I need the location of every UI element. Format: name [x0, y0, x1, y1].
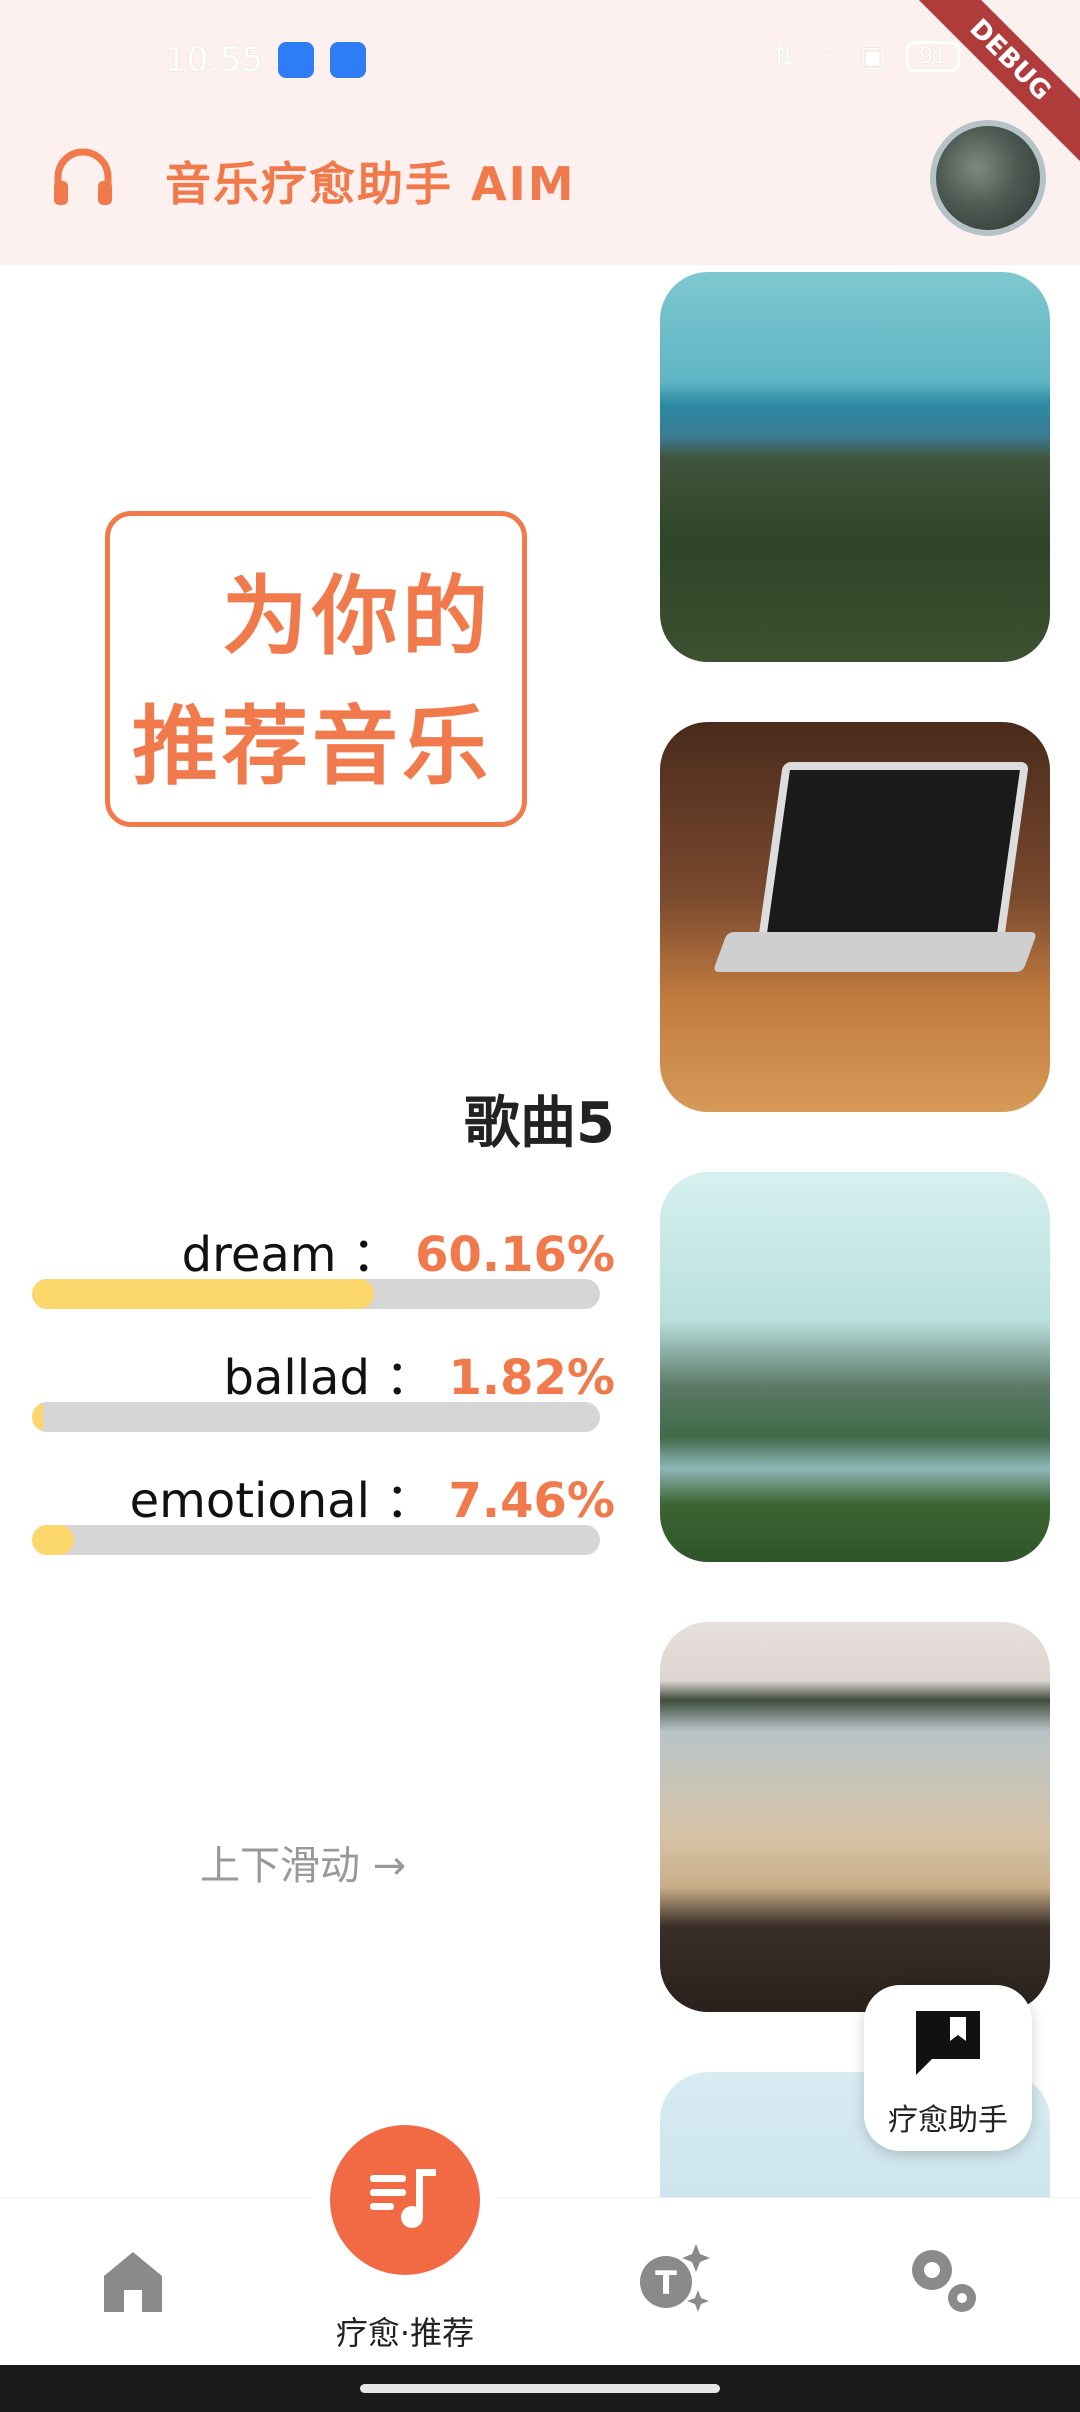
progress-fill — [32, 1525, 75, 1555]
laptop-base — [712, 932, 1038, 972]
song-card-image[interactable] — [660, 722, 1050, 1112]
recommendation-line-2: 推荐音乐 — [132, 697, 492, 797]
genre-label: emotional ： 7.46% — [129, 1473, 615, 1529]
text-sparkle-icon: T — [640, 2244, 710, 2312]
healing-assistant-label: 疗愈助手 — [888, 2103, 1008, 2138]
bookmark-chat-icon — [916, 2011, 980, 2075]
nav-settings[interactable] — [870, 2198, 1020, 2366]
avatar[interactable] — [930, 120, 1046, 236]
progress-fill — [32, 1402, 44, 1432]
genre-percent: 7.46% — [448, 1473, 615, 1529]
gears-icon — [912, 2250, 976, 2312]
recommendation-line-1: 为你的 — [222, 567, 492, 667]
genre-progress-bar — [32, 1279, 600, 1309]
battery-indicator: 91 — [906, 41, 960, 72]
wifi-icon: ◠ — [815, 40, 840, 73]
status-indicators: ⇅ ◠ ▣ 91 — [772, 40, 960, 73]
home-gesture-pill[interactable] — [360, 2384, 720, 2393]
genre-percent: 1.82% — [448, 1350, 615, 1406]
nav-recommend-label: 疗愈·推荐 — [335, 2314, 475, 2352]
app-title: 音乐疗愈助手 AIM — [165, 157, 576, 211]
sim-icon: ▣ — [859, 40, 886, 73]
playlist-music-icon — [370, 2169, 436, 2228]
song-title: 歌曲5 — [464, 1091, 615, 1156]
genre-progress-bar — [32, 1402, 600, 1432]
svg-text:T: T — [655, 2264, 677, 2302]
song-card-image[interactable] — [660, 272, 1050, 662]
bottom-navigation: T — [0, 2197, 1080, 2366]
genre-percent: 60.16% — [415, 1227, 615, 1283]
progress-fill — [32, 1279, 374, 1309]
headphones-icon[interactable] — [52, 147, 114, 207]
nav-ai-text[interactable]: T — [600, 2198, 750, 2366]
genre-label: dream ： 60.16% — [181, 1227, 615, 1283]
laptop-illustration — [756, 762, 1030, 948]
app-header: 10:55 ⇅ ◠ ▣ 91 DEBUG 音乐疗愈助手 AIM — [0, 0, 1080, 265]
link-icon — [330, 42, 366, 78]
scroll-hint: 上下滑动 → — [200, 1843, 407, 1889]
bluetooth-icon — [278, 42, 314, 78]
song-card-image[interactable] — [660, 1172, 1050, 1562]
song-card-image[interactable] — [660, 1622, 1050, 2012]
nav-recommend-button[interactable] — [330, 2125, 480, 2275]
healing-assistant-button[interactable]: 疗愈助手 — [864, 1985, 1032, 2151]
status-time: 10:55 — [165, 40, 263, 80]
recommendation-banner: 为你的 推荐音乐 — [105, 511, 527, 827]
genre-progress-bar — [32, 1525, 600, 1555]
nav-home[interactable] — [60, 2198, 210, 2366]
home-icon — [104, 2252, 162, 2312]
genre-label: ballad ： 1.82% — [223, 1350, 615, 1406]
data-speed-icon: ⇅ — [771, 40, 796, 73]
